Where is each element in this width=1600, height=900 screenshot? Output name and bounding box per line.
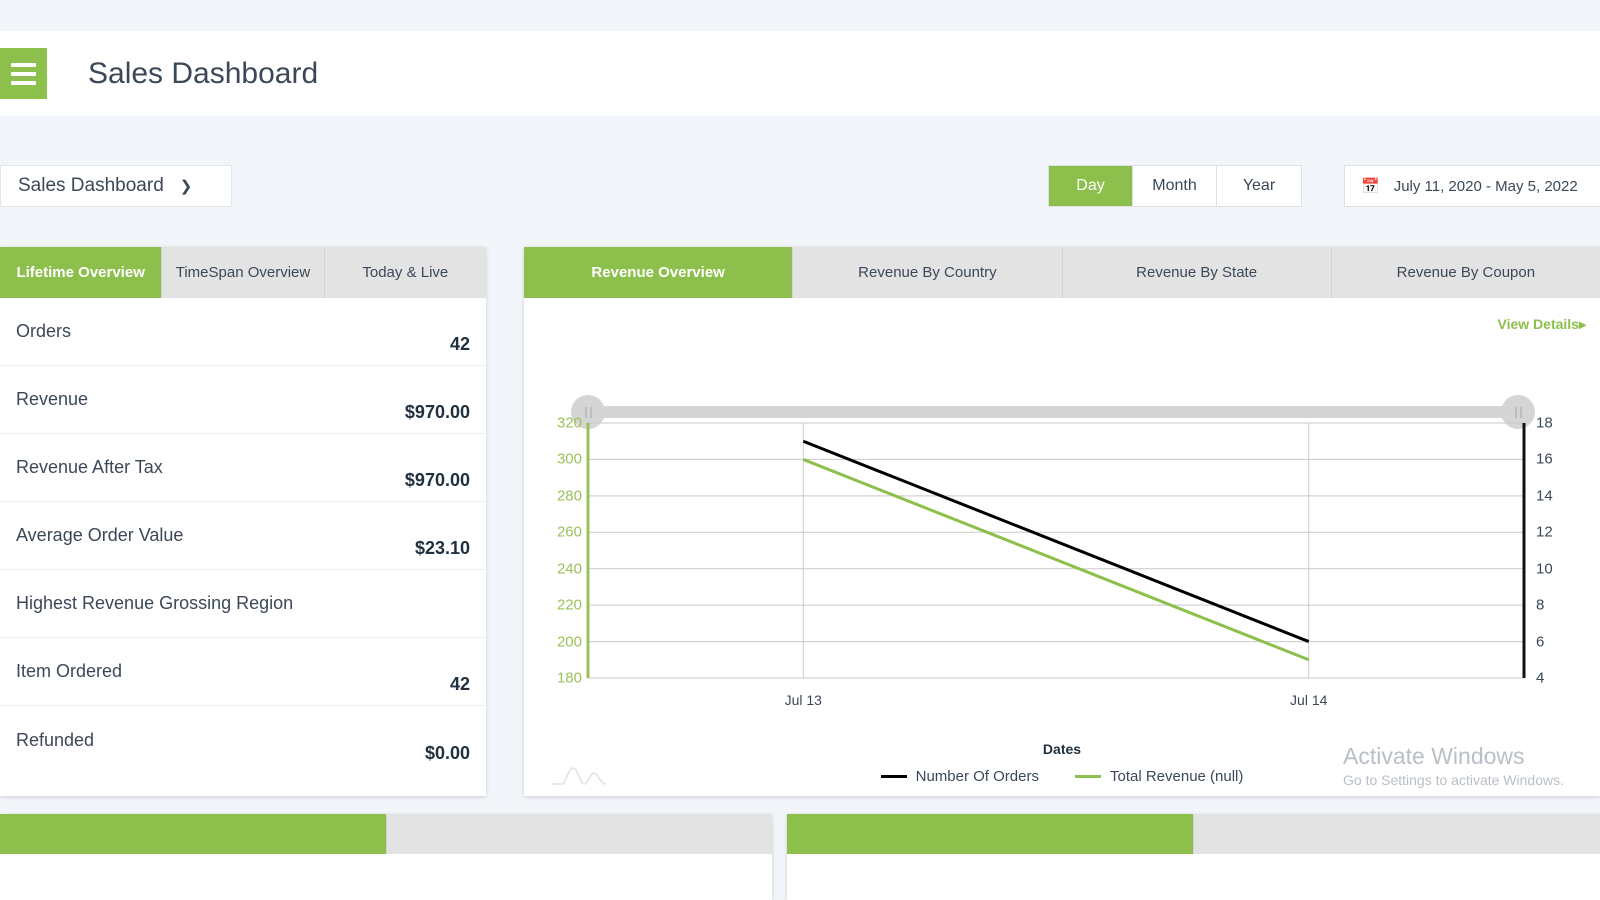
bottom-left-tab-1[interactable] <box>0 814 387 854</box>
hamburger-bar <box>11 72 36 76</box>
list-item: Highest Revenue Grossing Region <box>0 570 486 638</box>
y-axis-left-tick: 320 <box>557 415 582 432</box>
chart-area: View Details▸ 320300280260240220200180 1… <box>524 298 1600 796</box>
granularity-option-month[interactable]: Month <box>1133 166 1217 206</box>
tab-lifetime-overview[interactable]: Lifetime Overview <box>0 247 162 298</box>
stat-label: Item Ordered <box>16 661 122 682</box>
hamburger-bar <box>11 63 36 67</box>
y-axis-right-tick: 6 <box>1536 633 1544 650</box>
stat-value: $0.00 <box>425 743 470 774</box>
legend-item-total-revenue[interactable]: Total Revenue (null) <box>1075 768 1243 785</box>
date-range-picker[interactable]: 📅 July 11, 2020 - May 5, 2022 <box>1344 165 1600 207</box>
granularity-option-day[interactable]: Day <box>1049 166 1133 206</box>
y-axis-right-tick: 18 <box>1536 415 1553 432</box>
dashboard-select-value: Sales Dashboard <box>18 175 164 197</box>
revenue-overview-card: Revenue Overview Revenue By Country Reve… <box>524 247 1600 796</box>
tab-revenue-overview[interactable]: Revenue Overview <box>524 247 793 298</box>
stat-label: Average Order Value <box>16 525 183 546</box>
x-axis-tick: Jul 14 <box>1290 692 1327 708</box>
list-item: Average Order Value $23.10 <box>0 502 486 570</box>
legend-swatch <box>881 775 907 778</box>
y-axis-left-tick: 280 <box>557 487 582 504</box>
stat-value: $970.00 <box>405 402 470 433</box>
lifetime-overview-card: Lifetime Overview TimeSpan Overview Toda… <box>0 247 486 796</box>
stat-value: 42 <box>450 334 470 365</box>
stat-label: Highest Revenue Grossing Region <box>16 593 293 614</box>
bottom-right-tab-1[interactable] <box>787 814 1194 854</box>
y-axis-left-tick: 180 <box>557 670 582 687</box>
activate-windows-subtitle: Go to Settings to activate Windows. <box>1343 770 1564 790</box>
hamburger-icon[interactable] <box>0 48 47 99</box>
y-axis-right-tick: 14 <box>1536 487 1553 504</box>
stat-label: Refunded <box>16 730 94 751</box>
y-axis-left-tick: 200 <box>557 633 582 650</box>
tab-today-and-live[interactable]: Today & Live <box>325 247 486 298</box>
bottom-panels <box>0 814 1600 900</box>
y-axis-left-tick: 220 <box>557 597 582 614</box>
list-item: Revenue $970.00 <box>0 366 486 434</box>
tab-timespan-overview[interactable]: TimeSpan Overview <box>162 247 324 298</box>
dashboard-page: Sales Dashboard Sales Dashboard ❯ Day Mo… <box>0 0 1600 900</box>
right-panel-tabs: Revenue Overview Revenue By Country Reve… <box>524 247 1600 298</box>
chevron-down-icon: ❯ <box>180 179 193 194</box>
activate-windows-title: Activate Windows <box>1343 742 1564 770</box>
list-item: Item Ordered 42 <box>0 638 486 706</box>
granularity-option-year[interactable]: Year <box>1217 166 1301 206</box>
stats-list: Orders 42 Revenue $970.00 Revenue After … <box>0 298 486 774</box>
y-axis-left-tick: 300 <box>557 451 582 468</box>
x-axis-tick: Jul 13 <box>785 692 822 708</box>
calendar-icon: 📅 <box>1361 177 1380 195</box>
stat-value: 42 <box>450 674 470 705</box>
chart-plot-svg <box>524 298 1600 738</box>
bottom-left-card <box>0 814 772 900</box>
dashboard-select[interactable]: Sales Dashboard ❯ <box>0 165 232 207</box>
activate-windows-watermark: Activate Windows Go to Settings to activ… <box>1343 742 1564 790</box>
stat-label: Revenue <box>16 389 88 410</box>
legend-swatch <box>1075 775 1101 778</box>
bottom-right-card <box>787 814 1600 900</box>
tab-revenue-by-coupon[interactable]: Revenue By Coupon <box>1332 247 1600 298</box>
hamburger-bar <box>11 81 36 85</box>
tab-revenue-by-state[interactable]: Revenue By State <box>1063 247 1332 298</box>
y-axis-right-tick: 8 <box>1536 597 1544 614</box>
page-title: Sales Dashboard <box>88 57 318 91</box>
y-axis-left-tick: 260 <box>557 524 582 541</box>
app-header: Sales Dashboard <box>0 31 1600 116</box>
date-range-value: July 11, 2020 - May 5, 2022 <box>1394 178 1578 195</box>
granularity-toggle-group: Day Month Year <box>1048 165 1302 207</box>
controls-row: Sales Dashboard ❯ Day Month Year 📅 July … <box>0 160 1600 216</box>
bottom-right-tab-2[interactable] <box>1194 814 1600 854</box>
y-axis-left-tick: 240 <box>557 560 582 577</box>
legend-label: Total Revenue (null) <box>1110 768 1243 785</box>
tab-revenue-by-country[interactable]: Revenue By Country <box>793 247 1062 298</box>
stat-label: Orders <box>16 321 71 342</box>
sparkline-icon <box>550 760 608 786</box>
y-axis-right-tick: 12 <box>1536 524 1553 541</box>
bottom-right-tabs <box>787 814 1600 854</box>
y-axis-right-tick: 10 <box>1536 560 1553 577</box>
stat-value: $23.10 <box>415 538 470 569</box>
legend-label: Number Of Orders <box>916 768 1039 785</box>
list-item: Orders 42 <box>0 298 486 366</box>
bottom-left-tabs <box>0 814 772 854</box>
bottom-left-tab-2[interactable] <box>387 814 773 854</box>
y-axis-right-tick: 16 <box>1536 451 1553 468</box>
stat-label: Revenue After Tax <box>16 457 163 478</box>
revenue-line-chart: 320 300 280 260 240 220 200 180 18 16 14 12 10 8 6 4 J… <box>524 298 1600 738</box>
left-panel-tabs: Lifetime Overview TimeSpan Overview Toda… <box>0 247 486 298</box>
list-item: Revenue After Tax $970.00 <box>0 434 486 502</box>
y-axis-right-tick: 4 <box>1536 670 1544 687</box>
legend-item-number-of-orders[interactable]: Number Of Orders <box>881 768 1039 785</box>
list-item: Refunded $0.00 <box>0 706 486 774</box>
stat-value: $970.00 <box>405 470 470 501</box>
